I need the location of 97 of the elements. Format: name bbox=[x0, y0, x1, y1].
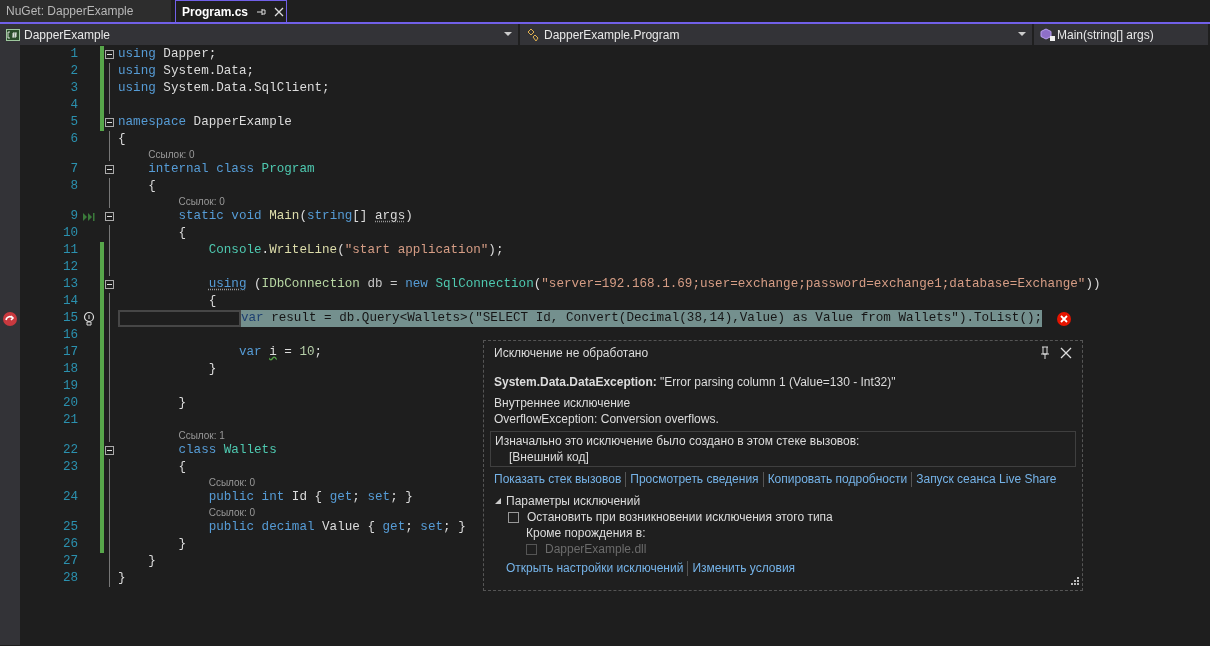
project-dropdown[interactable]: DapperExample bbox=[0, 24, 520, 45]
line-number: 8 bbox=[69, 178, 78, 195]
expanded-triangle-icon[interactable] bbox=[494, 497, 502, 505]
line-number: 5 bbox=[69, 114, 78, 131]
checkbox-label: Остановить при возникновении исключения этого типа bbox=[527, 509, 833, 525]
code-line: static void Main(string[] args) bbox=[178, 207, 413, 225]
reference-count[interactable]: Ссылок: 0 bbox=[208, 476, 256, 489]
reference-count[interactable]: Ссылок: 0 bbox=[178, 195, 225, 208]
code-line: { bbox=[118, 131, 126, 148]
pin-icon[interactable] bbox=[256, 6, 267, 17]
line-number: 3 bbox=[69, 80, 78, 97]
close-icon[interactable] bbox=[274, 6, 285, 17]
line-number: 24 bbox=[61, 489, 78, 506]
code-line: Console.WriteLine("start application"); bbox=[208, 242, 504, 259]
line-number: 28 bbox=[61, 570, 78, 587]
line-number: 2 bbox=[69, 63, 78, 80]
inner-exception-heading: Внутреннее исключение bbox=[494, 395, 632, 411]
reference-count[interactable]: Ссылок: 0 bbox=[148, 148, 195, 161]
error-icon[interactable] bbox=[1056, 310, 1073, 327]
collapse-icon[interactable] bbox=[105, 280, 114, 289]
line-number: 6 bbox=[69, 131, 78, 148]
collapse-icon[interactable] bbox=[105, 50, 114, 59]
editor-tab[interactable]: NuGet: DapperExample bbox=[0, 0, 172, 22]
line-number: 26 bbox=[61, 536, 78, 553]
code-line: using (IDbConnection db = new SqlConnection("server=192.168.1.69;user=exchange;password=exchange1;database=Exchange")) bbox=[208, 275, 1101, 293]
line-number: 16 bbox=[61, 327, 78, 344]
dropdown-caret-icon[interactable] bbox=[504, 32, 512, 37]
call-stack-heading: Изначально это исключение было создано в этом стеке вызовов: bbox=[495, 433, 861, 449]
action-link[interactable]: Копировать подробности bbox=[767, 471, 908, 487]
code-line: using System.Data.SqlClient; bbox=[118, 80, 330, 97]
module-label: DapperExample.dll bbox=[545, 541, 647, 557]
except-heading: Кроме порождения в: bbox=[525, 525, 647, 541]
popup-title: Исключение не обработано bbox=[494, 345, 650, 361]
code-line: { bbox=[148, 178, 156, 195]
code-line: namespace DapperExample bbox=[118, 114, 292, 131]
code-line: } bbox=[118, 570, 126, 587]
reference-count[interactable]: Ссылок: 0 bbox=[208, 506, 256, 519]
method-icon bbox=[1040, 27, 1056, 42]
editor-tab[interactable]: Program.cs bbox=[175, 0, 287, 22]
code-line: class Wallets bbox=[178, 442, 277, 459]
line-number: 20 bbox=[61, 395, 78, 412]
code-line: { bbox=[178, 225, 186, 242]
code-line: { bbox=[208, 293, 217, 310]
action-link[interactable]: Запуск сеанса Live Share bbox=[916, 471, 1057, 487]
line-number: 10 bbox=[61, 225, 78, 242]
line-number: 27 bbox=[61, 553, 78, 570]
member-dropdown[interactable]: Main(string[] args) bbox=[1034, 24, 1210, 45]
line-number: 23 bbox=[61, 459, 78, 476]
code-line: var i = 10; bbox=[238, 343, 323, 361]
line-number: 9 bbox=[69, 208, 78, 225]
line-number: 19 bbox=[61, 378, 78, 395]
line-number: 11 bbox=[61, 242, 78, 259]
line-number: 14 bbox=[61, 293, 78, 310]
code-line: using Dapper; bbox=[118, 46, 217, 63]
line-number: 21 bbox=[61, 412, 78, 429]
line-number: 12 bbox=[61, 259, 78, 276]
collapse-icon[interactable] bbox=[105, 212, 114, 221]
collapse-icon[interactable] bbox=[105, 118, 114, 127]
line-number: 18 bbox=[61, 361, 78, 378]
code-line: { bbox=[178, 459, 186, 476]
settings-link[interactable]: Изменить условия bbox=[692, 560, 796, 576]
class-dropdown[interactable]: DapperExample.Program bbox=[520, 24, 1034, 45]
dropdown-caret-icon[interactable] bbox=[1018, 32, 1026, 37]
csharp-file-icon bbox=[6, 28, 20, 41]
line-number: 1 bbox=[69, 46, 78, 63]
pin-icon[interactable] bbox=[1040, 346, 1050, 360]
call-stack-frame: [Внешний код] bbox=[495, 449, 1071, 465]
code-line: } bbox=[148, 553, 156, 570]
code-line: internal class Program bbox=[148, 161, 315, 178]
inner-exception-message: OverflowException: Conversion overflows. bbox=[494, 411, 720, 427]
code-line: using System.Data; bbox=[118, 63, 255, 80]
action-link[interactable]: Просмотреть сведения bbox=[630, 471, 759, 487]
code-line: } bbox=[178, 395, 186, 412]
line-number: 17 bbox=[61, 344, 78, 361]
code-line: } bbox=[208, 361, 217, 378]
reference-count[interactable]: Ссылок: 1 bbox=[178, 429, 225, 442]
close-icon[interactable] bbox=[1060, 347, 1072, 359]
code-line: public decimal Value { get; set; } bbox=[208, 519, 466, 536]
settings-link[interactable]: Открыть настройки исключений bbox=[506, 560, 684, 576]
line-number: 7 bbox=[69, 161, 78, 178]
lightbulb-icon[interactable] bbox=[83, 310, 95, 327]
line-number: 22 bbox=[61, 442, 78, 459]
resize-grip-icon[interactable] bbox=[1069, 577, 1079, 587]
code-line: public int Id { get; set; } bbox=[208, 489, 413, 506]
line-number: 13 bbox=[61, 276, 78, 293]
collapse-icon[interactable] bbox=[105, 446, 114, 455]
line-number: 25 bbox=[61, 519, 78, 536]
line-number: 4 bbox=[69, 97, 78, 114]
run-to-click-icon[interactable] bbox=[82, 211, 96, 222]
collapse-icon[interactable] bbox=[105, 165, 114, 174]
class-icon bbox=[526, 27, 540, 42]
checkbox[interactable] bbox=[508, 511, 519, 523]
action-link[interactable]: Показать стек вызовов bbox=[494, 471, 622, 487]
code-line: } bbox=[178, 536, 186, 553]
exception-message: System.Data.DataException: "Error parsing column 1 (Value=130 - Int32)" bbox=[494, 374, 897, 390]
line-number: 15 bbox=[61, 310, 78, 327]
settings-heading: Параметры исключений bbox=[506, 493, 641, 509]
